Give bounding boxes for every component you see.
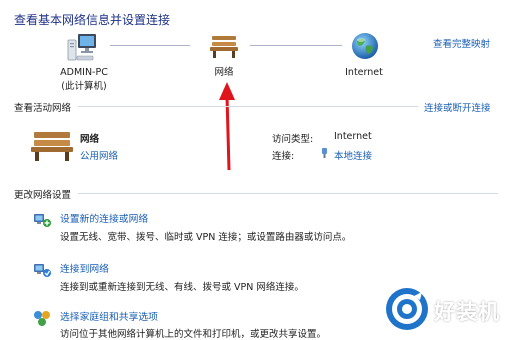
network-type-link[interactable]: 公用网络 xyxy=(80,148,118,162)
pc-name-label: ADMIN-PC xyxy=(60,67,108,78)
access-type-value: Internet xyxy=(334,131,372,142)
network-node-label: 网络 xyxy=(214,67,234,78)
network-adapter-icon xyxy=(320,147,329,159)
homegroup-icon xyxy=(32,309,52,327)
watermark-badge-icon xyxy=(384,286,430,332)
bench-network-icon[interactable] xyxy=(209,33,239,59)
annotation-arrow xyxy=(219,82,235,171)
change-settings-label: 更改网络设置 xyxy=(14,190,72,201)
globe-icon[interactable] xyxy=(350,31,380,61)
internet-node-label: Internet xyxy=(345,67,383,78)
page-title: 查看基本网络信息并设置连接 xyxy=(14,13,171,27)
active-networks-label: 查看活动网络 xyxy=(14,103,72,114)
setup-new-connection-desc: 设置无线、宽带、拨号、临时或 VPN 连接；或设置路由器或访问点。 xyxy=(60,232,352,243)
active-network-name: 网络 xyxy=(80,134,100,145)
setup-new-connection-link[interactable]: 设置新的连接或网络 xyxy=(60,211,148,225)
connections-label: 连接: xyxy=(272,151,295,162)
computer-icon[interactable] xyxy=(64,32,100,64)
connect-to-network-desc: 连接到或重新连接到无线、有线、拨号或 VPN 网络连接。 xyxy=(60,282,304,293)
watermark-text: 好装机 xyxy=(434,300,500,324)
view-full-map-link[interactable]: 查看完整映射 xyxy=(433,36,490,50)
connect-disconnect-link[interactable]: 连接或断开连接 xyxy=(424,100,491,114)
change-settings-divider xyxy=(78,193,498,194)
connection-line-pc-network xyxy=(110,45,190,46)
pc-sub-label: (此计算机) xyxy=(61,81,107,92)
homegroup-sharing-desc: 访问位于其他网络计算机上的文件和打印机，或更改共享设置。 xyxy=(60,329,327,340)
watermark-logo: 好装机 xyxy=(382,286,516,332)
active-networks-divider xyxy=(78,106,418,107)
connection-line-network-internet xyxy=(250,45,342,46)
local-connection-link[interactable]: 本地连接 xyxy=(334,148,372,162)
homegroup-sharing-link[interactable]: 选择家庭组和共享选项 xyxy=(60,309,158,323)
connect-to-network-link[interactable]: 连接到网络 xyxy=(60,261,109,275)
connect-network-icon xyxy=(32,261,52,279)
bench-large-icon xyxy=(30,130,74,162)
access-type-label: 访问类型: xyxy=(272,134,314,145)
new-connection-icon xyxy=(32,211,52,229)
